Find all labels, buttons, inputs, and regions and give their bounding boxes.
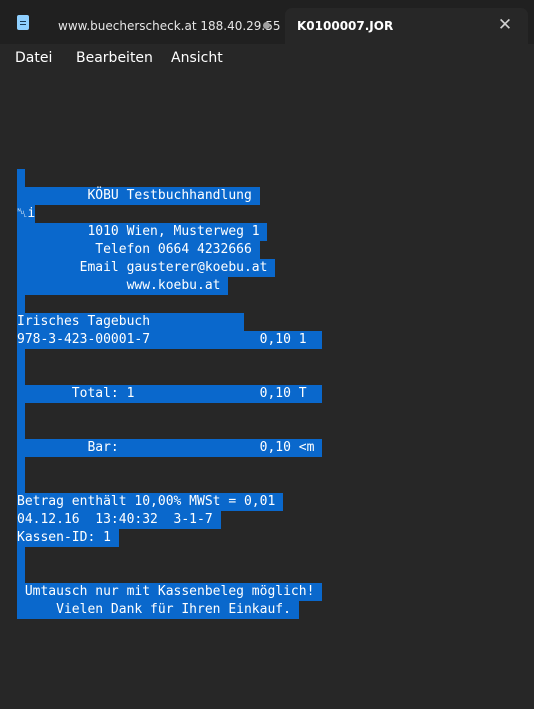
document-line (17, 403, 25, 421)
title-bar: www.buecherscheck.at 188.40.29.55 K01000… (0, 0, 534, 44)
selected-text (17, 295, 25, 313)
selected-text: Bar: 0,10 <m (17, 439, 323, 457)
document-line (17, 349, 25, 367)
tab-label: K0100007.JOR (297, 19, 394, 33)
selected-text: 1010 Wien, Musterweg 1 (17, 223, 268, 241)
document-line (17, 367, 25, 385)
notepad-icon (17, 15, 29, 30)
tab-label: www.buecherscheck.at 188.40.29.55 (58, 19, 281, 33)
tab-k0100007-jor[interactable]: K0100007.JOR ✕ (285, 8, 528, 44)
selected-text: Irisches Tagebuch (17, 313, 244, 331)
text-editor[interactable]: KÖBU Testbuchhandlung ␀i 1010 Wien, Must… (0, 74, 534, 709)
document-line (17, 547, 25, 565)
close-icon[interactable]: ✕ (494, 14, 516, 36)
document-line (17, 457, 25, 475)
selected-text (17, 349, 25, 367)
selected-text (17, 403, 25, 421)
document-line (17, 169, 25, 187)
document-line: ␀i (17, 205, 36, 223)
selected-text: 978-3-423-00001-7 0,10 1 (17, 331, 323, 349)
document-line: Email gausterer@koebu.at (17, 259, 276, 277)
document-line (17, 565, 25, 583)
document-line: 04.12.16 13:40:32 3-1-7 (17, 511, 221, 529)
selected-text: 04.12.16 13:40:32 3-1-7 (17, 511, 221, 529)
selected-text: Kassen-ID: 1 (17, 529, 119, 547)
document-line: Vielen Dank für Ihren Einkauf. (17, 601, 299, 619)
document-line: Telefon 0664 4232666 (17, 241, 260, 259)
selected-text (17, 169, 25, 187)
document-line: Kassen-ID: 1 (17, 529, 119, 547)
selected-text (17, 421, 25, 439)
selected-text (17, 367, 25, 385)
selected-text (17, 475, 25, 493)
selected-text: www.koebu.at (17, 277, 229, 295)
tab-buecherscheck[interactable]: www.buecherscheck.at 188.40.29.55 (44, 8, 284, 44)
document-line: Irisches Tagebuch (17, 313, 244, 331)
selected-text: Telefon 0664 4232666 (17, 241, 260, 259)
selected-text: ␀i (17, 205, 36, 223)
selected-text: KÖBU Testbuchhandlung (17, 187, 260, 205)
document-line (17, 421, 25, 439)
menu-ansicht[interactable]: Ansicht (171, 50, 223, 66)
selected-text: Total: 1 0,10 T (17, 385, 323, 403)
selected-text: Betrag enthält 10,00% MWSt = 0,01 (17, 493, 284, 511)
document-line: Umtausch nur mit Kassenbeleg möglich! (17, 583, 323, 601)
document-line (17, 295, 25, 313)
document-line: www.koebu.at (17, 277, 229, 295)
document-line: KÖBU Testbuchhandlung (17, 187, 260, 205)
selected-text (17, 457, 25, 475)
selected-text (17, 565, 25, 583)
unsaved-dot-icon[interactable] (263, 22, 270, 29)
document-line (17, 475, 25, 493)
document-line: Betrag enthält 10,00% MWSt = 0,01 (17, 493, 284, 511)
document-line: Bar: 0,10 <m (17, 439, 323, 457)
selected-text: Email gausterer@koebu.at (17, 259, 276, 277)
menu-bar: Datei Bearbeiten Ansicht (0, 44, 534, 74)
selected-text: Umtausch nur mit Kassenbeleg möglich! (17, 583, 323, 601)
document-line: 978-3-423-00001-7 0,10 1 (17, 331, 323, 349)
document-line: 1010 Wien, Musterweg 1 (17, 223, 268, 241)
menu-datei[interactable]: Datei (15, 50, 52, 66)
menu-bearbeiten[interactable]: Bearbeiten (76, 50, 153, 66)
selected-text: Vielen Dank für Ihren Einkauf. (17, 601, 299, 619)
document-line: Total: 1 0,10 T (17, 385, 323, 403)
selected-text (17, 547, 25, 565)
